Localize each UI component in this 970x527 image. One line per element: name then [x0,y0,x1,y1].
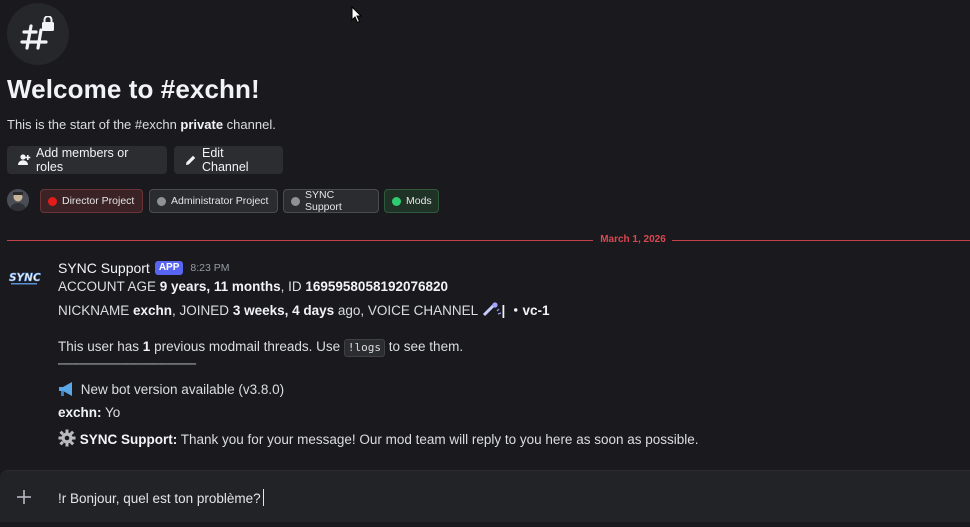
separator-line: ──────────────── [58,356,196,371]
add-members-button[interactable]: Add members or roles [7,146,167,174]
role-color-dot [291,196,300,206]
svg-text:SYNC: SYNC [9,272,41,284]
role-color-dot [157,196,166,206]
role-color-dot [48,196,57,206]
reply-message-line: SYNC Support: Thank you for your message… [58,429,699,447]
role-label: SYNC Support [305,189,342,213]
role-chip-administrator[interactable]: Administrator Project [149,189,278,213]
mouse-cursor-icon [351,6,363,24]
channel-intro: This is the start of the #exchn private … [7,117,276,132]
edit-channel-label: Edit Channel [202,146,249,174]
message-timestamp[interactable]: 8:23 PM [190,262,229,274]
person-avatar-icon [7,189,29,211]
role-label: Director Project [62,195,135,207]
channel-view: Welcome to #exchn! This is the start of … [0,0,970,527]
message-header: SYNC Support APP 8:23 PM [58,260,230,276]
date-divider-line [7,240,593,241]
pencil-icon [186,155,196,165]
sync-logo-icon: SYNC [9,272,41,285]
role-label: Mods [406,195,432,207]
member-avatar[interactable] [7,189,29,211]
add-members-label: Add members or roles [36,146,129,174]
gear-icon [58,429,76,447]
threads-line: This user has 1 previous modmail threads… [58,339,463,357]
message-composer: !r Bonjour, quel est ton problème? [0,470,970,522]
message-input[interactable]: !r Bonjour, quel est ton problème? [58,489,264,506]
logs-command[interactable]: !logs [343,339,386,357]
nickname-line: NICKNAME exchn, JOINED 3 weeks, 4 days a… [58,302,550,318]
user-message-line: exchn: Yo [58,405,121,420]
app-badge: APP [154,261,184,275]
author-name[interactable]: SYNC Support [58,260,150,276]
add-member-icon [18,154,31,165]
welcome-title: Welcome to #exchn! [7,74,260,104]
date-divider-label: March 1, 2026 [600,234,666,245]
role-chip-director[interactable]: Director Project [40,189,143,213]
date-divider-line [672,240,970,241]
voice-channel-name: | ・vc-1 [501,303,550,318]
role-label: Administrator Project [171,195,269,207]
bot-avatar[interactable]: SYNC [8,266,42,290]
bot-version-line: New bot version available (v3.8.0) [58,381,284,397]
channel-avatar [7,3,69,65]
role-chip-sync-support[interactable]: SYNC Support [283,189,379,213]
account-age-line: ACCOUNT AGE 9 years, 11 months, ID 16959… [58,279,449,294]
megaphone-icon [59,382,72,396]
voice-channel-icon [483,302,502,317]
plus-icon[interactable] [15,488,33,506]
role-chip-mods[interactable]: Mods [384,189,439,213]
edit-channel-button[interactable]: Edit Channel [174,146,283,174]
hash-lock-icon [20,16,54,50]
role-color-dot [392,196,401,206]
text-caret [262,489,264,506]
